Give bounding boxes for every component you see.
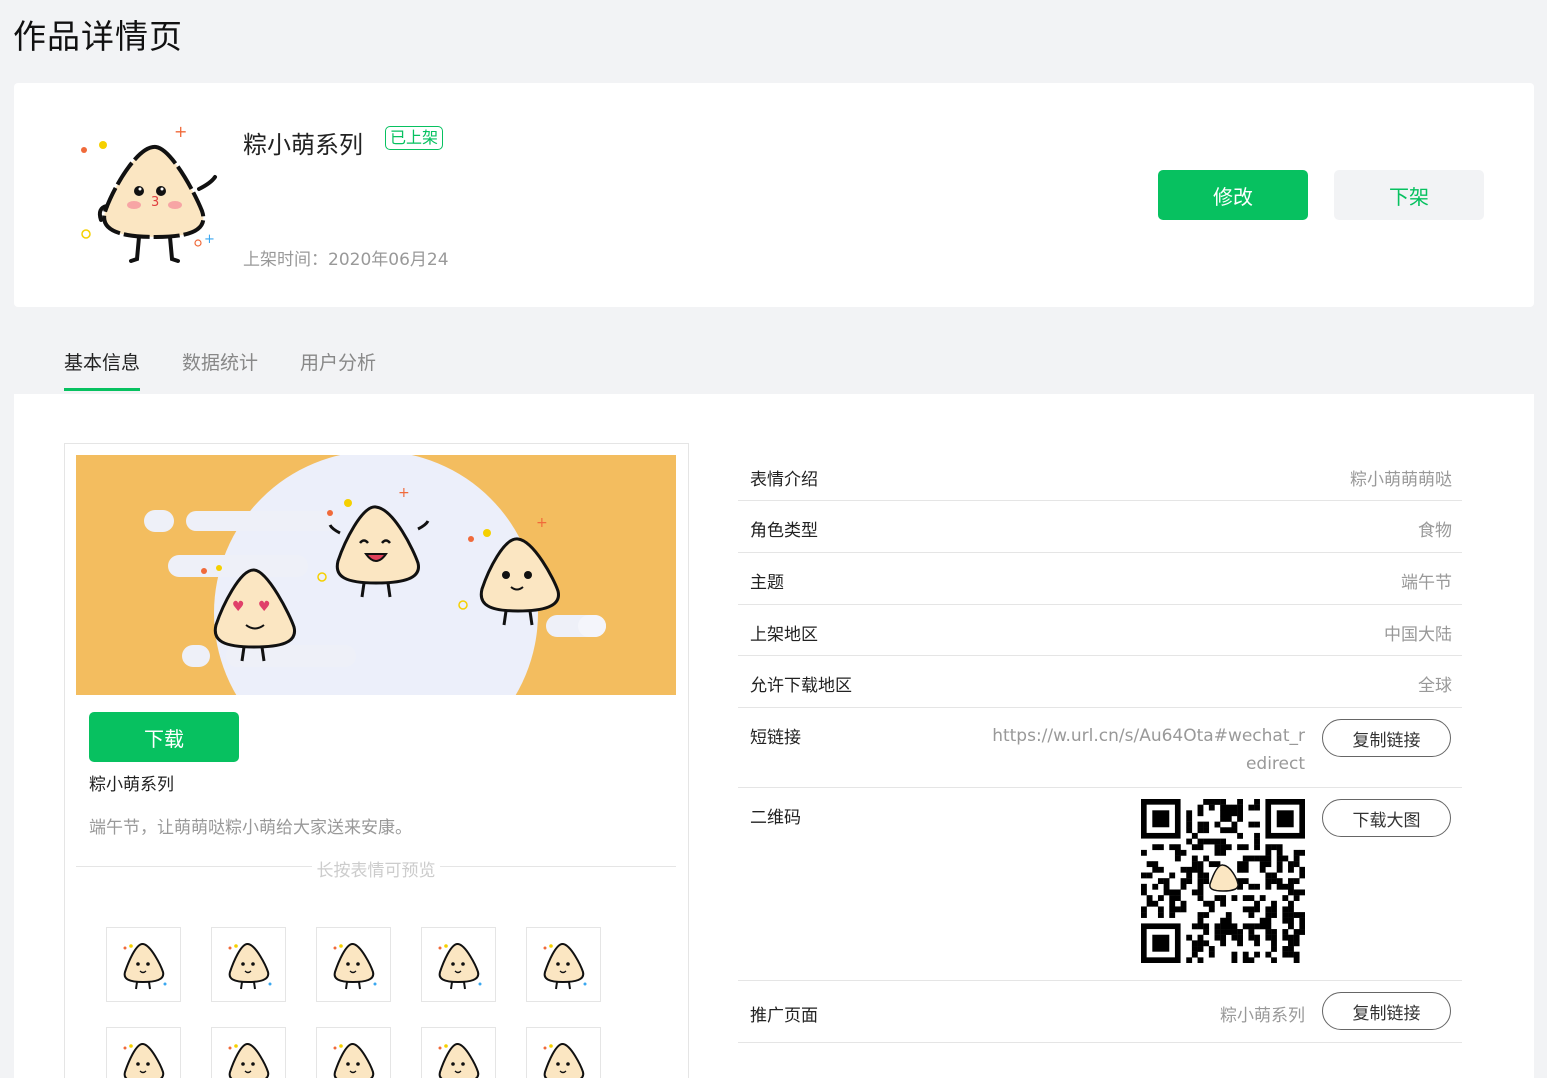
download-region-label: 允许下载地区 bbox=[750, 676, 852, 696]
svg-text:+: + bbox=[204, 232, 215, 247]
info-row-intro: 表情介绍 粽小萌萌萌哒 bbox=[738, 449, 1462, 501]
theme-value: 端午节 bbox=[1401, 573, 1452, 593]
cry-sticker-icon[interactable] bbox=[421, 1027, 496, 1078]
grin-sticker-icon[interactable] bbox=[211, 927, 286, 1002]
work-header-card: + + 3 粽小萌系列 已上架 上架时间：2020年06月24 修改 下架 bbox=[14, 83, 1534, 307]
page-title: 作品详情页 bbox=[13, 17, 183, 56]
svg-text:♥: ♥ bbox=[258, 599, 271, 615]
take-offline-button[interactable]: 下架 bbox=[1334, 170, 1484, 220]
angry-sticker-icon[interactable] bbox=[211, 1027, 286, 1078]
svg-text:+: + bbox=[398, 485, 410, 501]
edit-button[interactable]: 修改 bbox=[1158, 170, 1308, 220]
tab-data-statistics[interactable]: 数据统计 bbox=[182, 348, 258, 391]
sticker-preview-card: ♥ ♥ + + 下载 粽小萌系列 端午节，让萌萌哒粽小萌给大家送来安康。 长按表… bbox=[64, 443, 689, 1078]
download-qrcode-button[interactable]: 下载大图 bbox=[1322, 799, 1451, 837]
svg-text:+: + bbox=[536, 515, 548, 531]
info-row-theme: 主题 端午节 bbox=[738, 553, 1462, 605]
promo-page-value: 粽小萌系列 bbox=[1220, 1006, 1305, 1026]
smile-sticker-icon[interactable] bbox=[106, 927, 181, 1002]
svg-text:+: + bbox=[174, 122, 187, 141]
basic-info-panel: ♥ ♥ + + 下载 粽小萌系列 端午节，让萌萌哒粽小萌给大家送来安康。 长按表… bbox=[14, 394, 1534, 1078]
info-row-promo-page: 推广页面 粽小萌系列 复制链接 bbox=[738, 981, 1462, 1043]
short-link-value: https://w.url.cn/s/Au64Ota#wechat_r edir… bbox=[992, 726, 1305, 774]
info-row-short-link: 短链接 https://w.url.cn/s/Au64Ota#wechat_r … bbox=[738, 708, 1462, 788]
info-row-download-region: 允许下载地区 全球 bbox=[738, 656, 1462, 708]
short-link-label: 短链接 bbox=[750, 728, 801, 748]
copy-promo-link-button[interactable]: 复制链接 bbox=[1322, 992, 1451, 1030]
role-type-label: 角色类型 bbox=[750, 521, 818, 541]
svg-text:♥: ♥ bbox=[232, 599, 245, 615]
detail-tabs: 基本信息 数据统计 用户分析 bbox=[64, 348, 418, 391]
info-row-role-type: 角色类型 食物 bbox=[738, 501, 1462, 553]
long-press-hint: 长按表情可预览 bbox=[76, 856, 676, 881]
tab-basic-info[interactable]: 基本信息 bbox=[64, 348, 141, 391]
intro-label: 表情介绍 bbox=[750, 470, 818, 490]
preview-title: 粽小萌系列 bbox=[89, 775, 174, 795]
role-type-value: 食物 bbox=[1418, 521, 1452, 541]
smile2-sticker-icon[interactable] bbox=[106, 1027, 181, 1078]
theme-label: 主题 bbox=[750, 573, 784, 593]
long-press-hint-text: 长按表情可预览 bbox=[316, 861, 436, 881]
region-value: 中国大陆 bbox=[1384, 625, 1452, 645]
happy-sticker-icon[interactable] bbox=[421, 927, 496, 1002]
work-cover-image: + + 3 bbox=[76, 121, 226, 271]
sweat-sticker-icon[interactable] bbox=[526, 1027, 601, 1078]
work-name: 粽小萌系列 bbox=[243, 131, 363, 159]
promo-page-label: 推广页面 bbox=[750, 1006, 818, 1026]
qrcode-label: 二维码 bbox=[750, 808, 801, 828]
zongzi-mascot-icon: + + 3 bbox=[81, 122, 217, 263]
laugh-sticker-icon[interactable] bbox=[316, 927, 391, 1002]
info-table: 表情介绍 粽小萌萌萌哒 角色类型 食物 主题 端午节 上架地区 中国大陆 允许下… bbox=[738, 449, 1462, 1043]
copy-short-link-button[interactable]: 复制链接 bbox=[1322, 719, 1451, 757]
tab-user-analysis[interactable]: 用户分析 bbox=[300, 348, 376, 391]
download-button[interactable]: 下载 bbox=[89, 712, 239, 762]
preview-description: 端午节，让萌萌哒粽小萌给大家送来安康。 bbox=[89, 818, 412, 838]
download-region-value: 全球 bbox=[1418, 676, 1452, 696]
qrcode-image bbox=[1141, 799, 1306, 964]
status-badge: 已上架 bbox=[385, 126, 444, 150]
intro-value: 粽小萌萌萌哒 bbox=[1350, 470, 1452, 490]
info-row-region: 上架地区 中国大陆 bbox=[738, 605, 1462, 656]
shy-sticker-icon[interactable] bbox=[526, 927, 601, 1002]
banner-image: ♥ ♥ + + bbox=[76, 455, 676, 695]
region-label: 上架地区 bbox=[750, 625, 818, 645]
surprised-sticker-icon[interactable] bbox=[316, 1027, 391, 1078]
info-row-qrcode: 二维码 下载大图 bbox=[738, 788, 1462, 981]
publish-time: 上架时间：2020年06月24 bbox=[243, 250, 449, 270]
svg-text:3: 3 bbox=[151, 195, 159, 210]
